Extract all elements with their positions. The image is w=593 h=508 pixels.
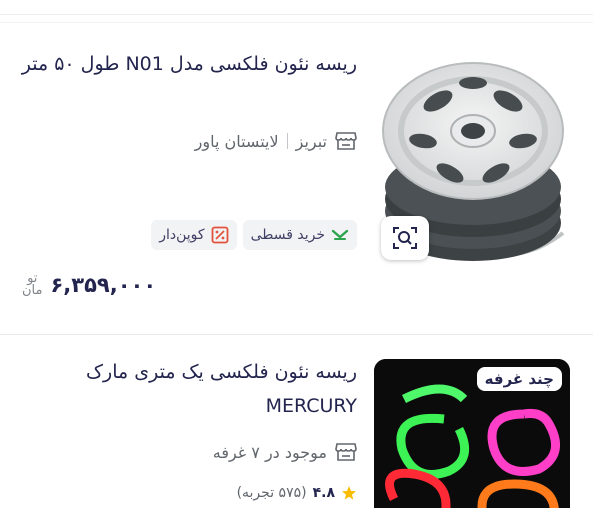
product-title[interactable]: ریسه نئون فلکسی مدل N01 طول ۵۰ متر (20, 47, 357, 81)
product-card[interactable]: چند غرفه ریسه نئون فلکسی یک متری مارک ME… (0, 334, 593, 508)
seller-city: تبریز (295, 131, 327, 151)
rating: ۴.۸ (۵۷۵ تجربه) (237, 485, 357, 501)
currency-label: تو مان (22, 271, 43, 298)
badge-label: کوپن‌دار (159, 227, 205, 243)
product-card[interactable]: ریسه نئون فلکسی مدل N01 طول ۵۰ متر تبریز… (0, 23, 593, 333)
lens-search-icon (393, 227, 417, 249)
badge-label: خرید قسطی (250, 227, 325, 243)
product-image[interactable]: چند غرفه (374, 359, 570, 508)
product-title[interactable]: ریسه نئون فلکسی یک متری مارک MERCURY (20, 355, 357, 423)
coupon-badge: کوپن‌دار (151, 220, 237, 250)
multi-store-tag: چند غرفه (476, 367, 562, 391)
badge-list: خرید قسطی کوپن‌دار (151, 220, 357, 250)
star-icon (342, 486, 356, 500)
availability-info: موجود در ۷ غرفه (213, 442, 357, 462)
search-results-page: ریسه نئون فلکسی مدل N01 طول ۵۰ متر تبریز… (0, 0, 593, 508)
store-icon (335, 132, 357, 150)
seller-info[interactable]: تبریز لایتستان پاور (195, 131, 357, 151)
store-icon (335, 443, 357, 461)
price-value: ۶,۳۵۹,۰۰۰ (50, 273, 157, 297)
installment-icon (331, 229, 349, 240)
separator (286, 133, 288, 149)
price-row: تو مان ۶,۳۵۹,۰۰۰ (22, 271, 157, 298)
installment-badge: خرید قسطی (242, 220, 357, 250)
divider (0, 14, 593, 15)
rating-score: ۴.۸ (312, 485, 335, 501)
rating-count: (۵۷۵ تجربه) (236, 485, 307, 501)
visual-search-button[interactable] (381, 216, 429, 260)
coupon-icon (211, 226, 228, 244)
seller-name: لایتستان پاور (194, 131, 279, 151)
stock-text: موجود در ۷ غرفه (212, 442, 327, 462)
